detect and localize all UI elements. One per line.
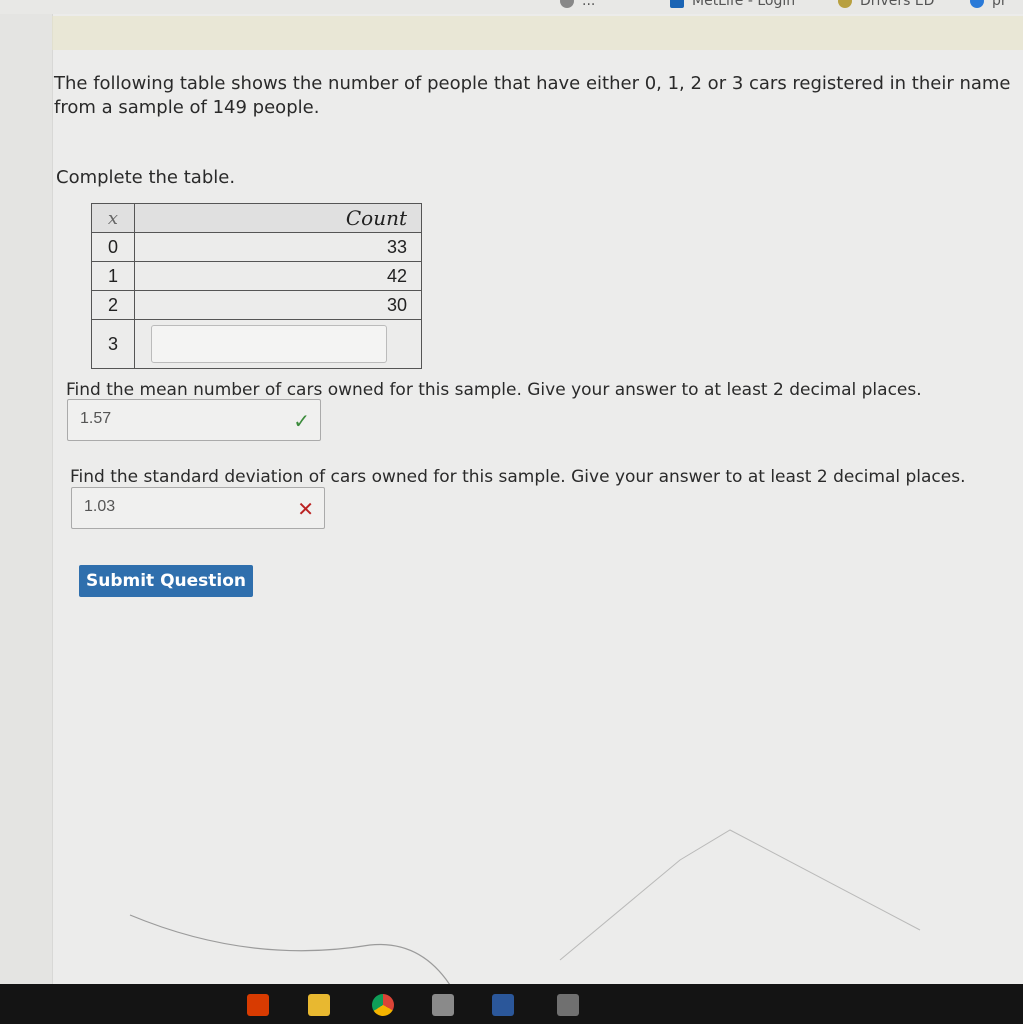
table-header-row: x Count [91,203,422,233]
left-panel-edge [0,14,53,984]
bookmark-profile[interactable]: pr [970,0,1007,9]
bookmarks-bar: ... MetLife - Login Drivers ED pr [0,0,1023,14]
header-count: Count [134,203,422,233]
cell-count: 42 [134,261,422,291]
bookmark-drivers-ed[interactable]: Drivers ED [838,0,934,9]
mean-answer-value: 1.57 [80,410,112,427]
cell-count: 30 [134,290,422,320]
complete-prompt: Complete the table. [56,167,236,188]
bookmark-item[interactable]: ... [560,0,595,9]
table-row: 0 33 [91,232,422,262]
cross-icon: ✕ [297,497,314,521]
submit-question-button[interactable]: Submit Question [79,565,253,597]
count-input[interactable] [151,325,387,363]
sd-answer-value: 1.03 [84,498,116,515]
metlife-icon [670,0,684,8]
table-row: 1 42 [91,261,422,291]
taskbar [0,984,1023,1024]
calculator-icon[interactable] [557,994,579,1016]
office-icon[interactable] [247,994,269,1016]
cell-x: 2 [91,290,135,320]
sd-answer-field[interactable]: 1.03 ✕ [71,487,325,529]
mean-answer-field[interactable]: 1.57 ✓ [67,399,321,441]
chrome-icon[interactable] [372,994,394,1016]
header-x: x [91,203,135,233]
browser-profile-icon [970,0,984,8]
table-row: 3 [91,319,422,369]
cell-count: 33 [134,232,422,262]
drivers-ed-icon [838,0,852,8]
bookmark-metlife[interactable]: MetLife - Login [670,0,795,9]
cell-count-input-wrap [134,319,422,369]
app-icon [560,0,574,8]
file-explorer-icon[interactable] [308,994,330,1016]
cell-x: 3 [91,319,135,369]
check-icon: ✓ [293,409,310,433]
frequency-table: x Count 0 33 1 42 2 30 3 [91,203,422,369]
mean-prompt: Find the mean number of cars owned for t… [66,380,922,400]
microsoft-store-icon[interactable] [432,994,454,1016]
word-icon[interactable] [492,994,514,1016]
header-banner [52,16,1023,50]
cell-x: 0 [91,232,135,262]
sd-prompt: Find the standard deviation of cars owne… [70,467,966,487]
cell-x: 1 [91,261,135,291]
table-row: 2 30 [91,290,422,320]
question-intro: The following table shows the number of … [54,73,1011,118]
